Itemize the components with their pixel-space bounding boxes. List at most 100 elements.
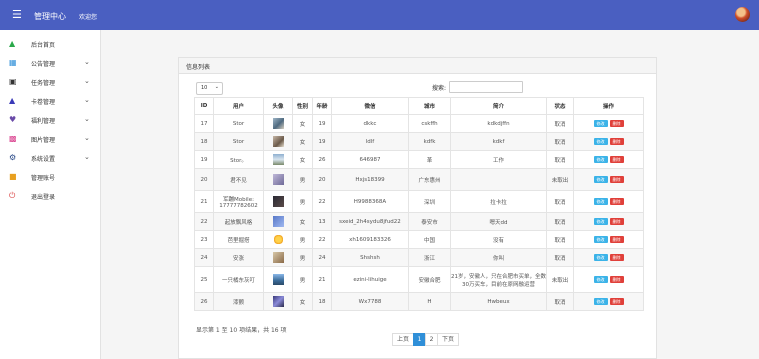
- edit-button[interactable]: 修改: [593, 156, 608, 163]
- cell-age: 19: [312, 132, 332, 151]
- delete-button[interactable]: 删除: [609, 138, 624, 145]
- cell-intro: Hwbeux: [450, 292, 547, 311]
- cell-city: cskffh: [408, 114, 451, 133]
- cell-gender: 男: [292, 230, 313, 249]
- cell-status: 取消: [546, 248, 574, 267]
- sidebar-item-label: 卡卷管理: [31, 99, 56, 106]
- sidebar-item-tasks[interactable]: ▣ 任务管理 ⌄: [0, 73, 100, 91]
- cell-user: 君不见: [213, 168, 264, 191]
- cell-gender: 女: [292, 114, 313, 133]
- sidebar-item-label: 任务管理: [31, 80, 56, 87]
- cell-user: 军蹦Mobile: 17777782602: [213, 190, 264, 213]
- prev-page-button[interactable]: 上页: [392, 333, 414, 346]
- table-row: 26 漆颤 女 18 Wx7788 H Hwbeux 取消 修改 删除: [194, 292, 644, 311]
- cell-status: 未取出: [546, 168, 574, 191]
- edit-button[interactable]: 修改: [593, 176, 608, 183]
- column-header-avatar[interactable]: 头像: [263, 97, 293, 115]
- table-row: 21 军蹦Mobile: 17777782602 男 22 H9988368A …: [194, 190, 644, 213]
- delete-button[interactable]: 删除: [609, 176, 624, 183]
- edit-button[interactable]: 修改: [593, 254, 608, 261]
- cell-city: 泰安市: [408, 212, 451, 231]
- sidebar-item-notices[interactable]: ▦ 公告管理 ⌄: [0, 54, 100, 72]
- edit-button[interactable]: 修改: [593, 276, 608, 283]
- cell-id: 17: [194, 114, 214, 133]
- card-icon: ▲: [9, 96, 16, 105]
- sidebar-item-label: 退出登录: [31, 194, 56, 201]
- edit-button[interactable]: 修改: [593, 138, 608, 145]
- cell-user: 芭里掘搭: [213, 230, 264, 249]
- cell-avatar: [263, 190, 293, 213]
- edit-button[interactable]: 修改: [593, 236, 608, 243]
- cell-wechat: Shshsh: [331, 248, 409, 267]
- next-page-button[interactable]: 下页: [437, 333, 459, 346]
- cell-status: 未取出: [546, 266, 574, 293]
- column-header-id[interactable]: ID: [194, 97, 214, 115]
- edit-button[interactable]: 修改: [593, 298, 608, 305]
- sidebar-item-label: 后台首页: [31, 42, 56, 49]
- sidebar-item-settings[interactable]: ⚙ 系统设置 ⌄: [0, 149, 100, 167]
- table-row: 25 一只橘东灰叮 男 21 ezini-lihuige 安徽合肥 21岁，安徽…: [194, 266, 644, 293]
- delete-button[interactable]: 删除: [609, 298, 624, 305]
- column-header-intro[interactable]: 简介: [450, 97, 547, 115]
- cell-actions: 修改 删除: [573, 230, 644, 249]
- avatar-thumbnail: [272, 274, 284, 285]
- panel-title: 信息列表: [186, 64, 211, 71]
- cell-gender: 男: [292, 190, 313, 213]
- column-header-status[interactable]: 状态: [546, 97, 574, 115]
- cell-age: 22: [312, 230, 332, 249]
- cell-actions: 修改 删除: [573, 292, 644, 311]
- cell-age: 13: [312, 212, 332, 231]
- edit-button[interactable]: 修改: [593, 198, 608, 205]
- edit-button[interactable]: 修改: [593, 218, 608, 225]
- cell-city: kdfk: [408, 132, 451, 151]
- table-row: 23 芭里掘搭 男 22 xh1609183326 中国 没有 取消 修改 删除: [194, 230, 644, 249]
- column-header-gender[interactable]: 性别: [292, 97, 313, 115]
- cell-gender: 女: [292, 132, 313, 151]
- panel-header: 信息列表: [179, 58, 656, 74]
- cell-gender: 女: [292, 150, 313, 169]
- cell-gender: 女: [292, 292, 313, 311]
- delete-button[interactable]: 删除: [609, 198, 624, 205]
- cell-intro: [450, 168, 547, 191]
- cell-avatar: [263, 266, 293, 293]
- search-input[interactable]: [449, 81, 523, 93]
- delete-button[interactable]: 删除: [609, 156, 624, 163]
- user-avatar[interactable]: [735, 7, 750, 22]
- column-header-city[interactable]: 城市: [408, 97, 451, 115]
- cell-status: 取消: [546, 212, 574, 231]
- sidebar-item-welfare[interactable]: ♥ 福利管理 ⌄: [0, 111, 100, 129]
- sidebar-item-accounts[interactable]: ■ 管理账号: [0, 168, 100, 186]
- sidebar-item-images[interactable]: ▩ 图片管理 ⌄: [0, 130, 100, 148]
- cell-status: 取消: [546, 190, 574, 213]
- cell-city: H: [408, 292, 451, 311]
- delete-button[interactable]: 删除: [609, 254, 624, 261]
- delete-button[interactable]: 删除: [609, 120, 624, 127]
- delete-button[interactable]: 删除: [609, 236, 624, 243]
- sidebar-item-logout[interactable]: ⏻ 退出登录: [0, 187, 100, 205]
- column-header-user[interactable]: 用户: [213, 97, 264, 115]
- delete-button[interactable]: 删除: [609, 276, 624, 283]
- delete-button[interactable]: 删除: [609, 218, 624, 225]
- sidebar-item-label: 图片管理: [31, 137, 56, 144]
- edit-button[interactable]: 修改: [593, 120, 608, 127]
- sidebar-item-cards[interactable]: ▲ 卡卷管理 ⌄: [0, 92, 100, 110]
- cell-city: 广东惠州: [408, 168, 451, 191]
- cell-actions: 修改 删除: [573, 266, 644, 293]
- sidebar-item-home[interactable]: ▲ 后台首页: [0, 35, 100, 53]
- menu-toggle-icon[interactable]: ☰: [12, 9, 22, 20]
- cell-wechat: Wx7788: [331, 292, 409, 311]
- pagination-summary: 显示第 1 至 10 项结果，共 16 项: [196, 327, 287, 334]
- column-header-wechat[interactable]: 微信: [331, 97, 409, 115]
- page-size-select[interactable]: 10 ⌄: [196, 82, 223, 95]
- cell-gender: 男: [292, 248, 313, 267]
- cell-user: Stor: [213, 132, 264, 151]
- cell-intro: 你叫: [450, 248, 547, 267]
- column-header-age[interactable]: 年龄: [312, 97, 332, 115]
- chevron-down-icon: ⌄: [214, 84, 219, 90]
- cell-intro: kdkdjffn: [450, 114, 547, 133]
- cell-intro: 没有: [450, 230, 547, 249]
- sidebar-item-label: 福利管理: [31, 118, 56, 125]
- table-row: 24 安涨 男 24 Shshsh 浙江 你叫 取消 修改 删除: [194, 248, 644, 267]
- cell-id: 21: [194, 190, 214, 213]
- sidebar-item-label: 系统设置: [31, 156, 56, 163]
